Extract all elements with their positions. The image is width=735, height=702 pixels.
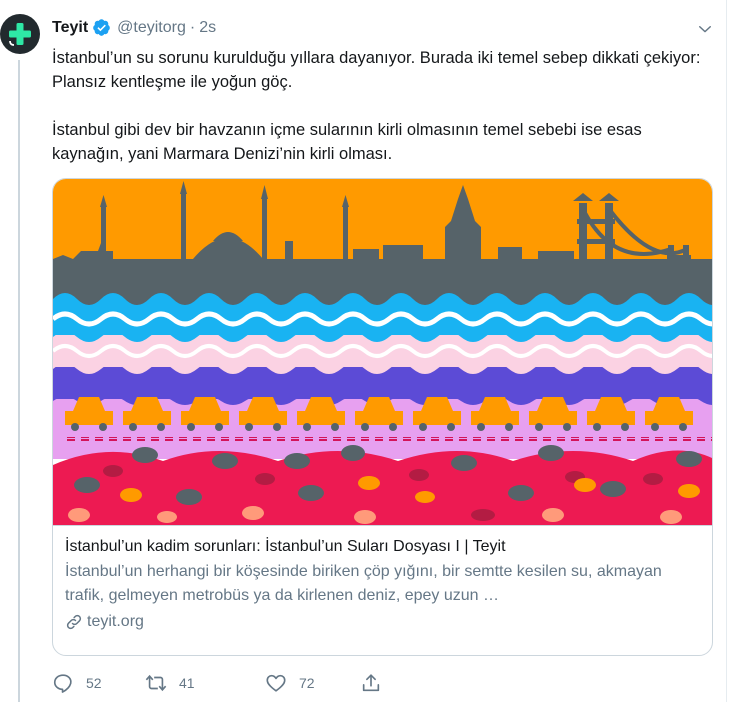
share-button[interactable] (360, 672, 382, 694)
timestamp[interactable]: 2s (199, 19, 216, 37)
reply-button[interactable]: 52 (52, 672, 145, 694)
card-description: İstanbul’un herhangi bir köşesinde birik… (65, 563, 662, 604)
teyit-logo-icon (9, 23, 31, 46)
separator-dot: · (189, 18, 196, 36)
tweet-paragraph-2: İstanbul gibi dev bir havzanın içme sula… (52, 121, 642, 163)
card-domain-text: teyit.org (87, 613, 144, 630)
like-button[interactable]: 72 (265, 672, 360, 694)
verified-badge-icon (92, 18, 111, 37)
card-illustration (53, 179, 712, 525)
card-body: İstanbul’un kadim sorunları: İstanbul’un… (53, 525, 712, 631)
chevron-down-icon[interactable] (696, 20, 714, 43)
card-title[interactable]: İstanbul’un kadim sorunları: İstanbul’un… (65, 536, 700, 558)
tweet-container: Teyit @teyitorg · 2s İstanbul’un su soru… (0, 0, 727, 702)
retweet-icon (145, 674, 167, 692)
like-icon (266, 674, 286, 692)
reply-count: 52 (86, 675, 102, 691)
retweet-button[interactable]: 41 (145, 672, 265, 694)
tweet-header: Teyit @teyitorg · 2s (52, 18, 216, 37)
card-domain: teyit.org (65, 613, 700, 631)
thread-line (18, 60, 20, 702)
tweet-paragraph-1: İstanbul’un su sorunu kurulduğu yıllara … (52, 49, 701, 91)
tweet-text: İstanbul’un su sorunu kurulduğu yıllara … (52, 46, 712, 166)
retweet-count: 41 (179, 675, 195, 691)
avatar[interactable] (0, 14, 40, 54)
link-icon (66, 614, 82, 630)
link-card[interactable]: İstanbul’un kadim sorunları: İstanbul’un… (52, 178, 713, 656)
share-icon (362, 674, 380, 692)
tweet-actions: 52 41 72 (52, 672, 382, 694)
like-count: 72 (299, 675, 315, 691)
reply-icon (53, 674, 72, 693)
author-name[interactable]: Teyit (52, 19, 88, 37)
author-handle[interactable]: @teyitorg (117, 19, 186, 37)
